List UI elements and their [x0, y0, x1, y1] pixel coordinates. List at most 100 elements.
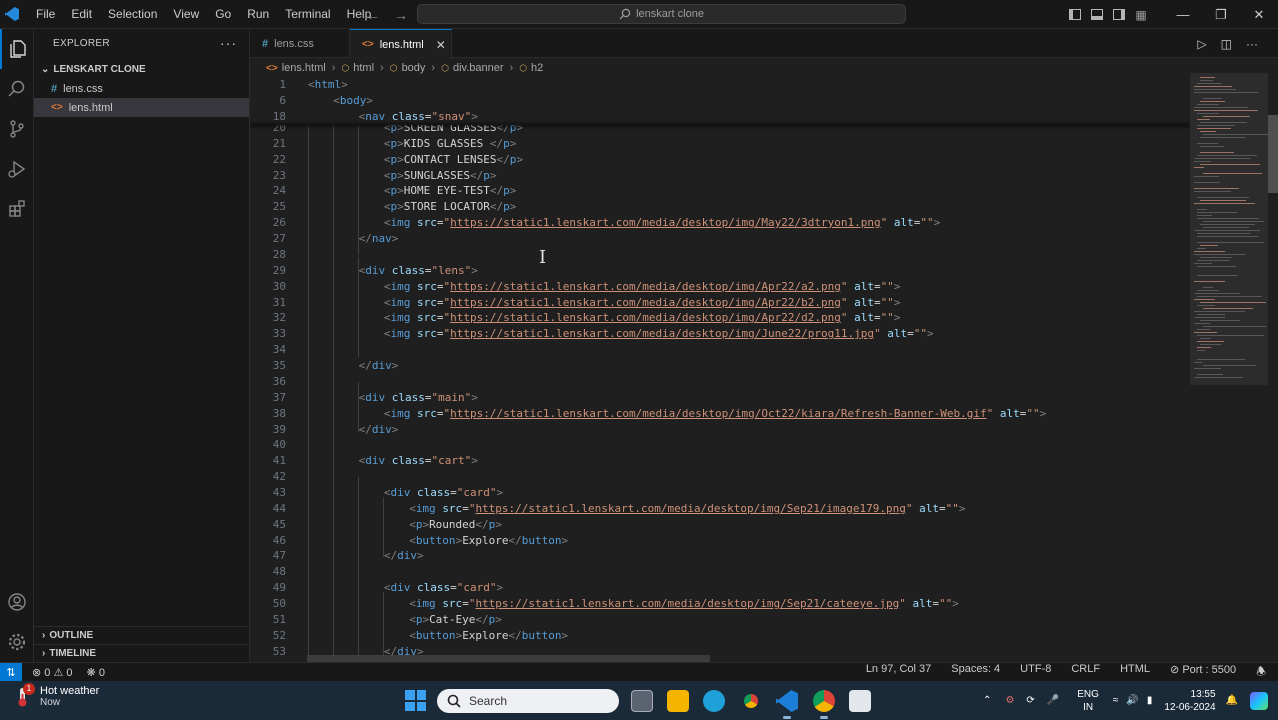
microphone-icon[interactable]: 🎤	[1047, 695, 1059, 706]
ports-indicator[interactable]: ❋ 0	[87, 666, 105, 679]
code-line[interactable]: 49 <div class="card">	[250, 580, 1190, 596]
end-of-line[interactable]: CRLF	[1071, 663, 1100, 682]
settings-gear-icon[interactable]	[0, 622, 34, 662]
code-line[interactable]: 22 <p>CONTACT LENSES</p>	[250, 152, 1190, 168]
notifications-bell-icon[interactable]: 🕭	[1256, 663, 1266, 682]
code-line[interactable]: 26 <img src="https://static1.lenskart.com…	[250, 215, 1190, 231]
code-line[interactable]: 52 <button>Explore</button>	[250, 628, 1190, 644]
customize-layout-icon[interactable]: ▦	[1130, 0, 1152, 29]
breadcrumb-item[interactable]: body	[402, 62, 426, 74]
breadcrumb-item[interactable]: h2	[531, 62, 543, 74]
file-lens-css[interactable]: # lens.css	[34, 79, 249, 98]
file-lens-html[interactable]: <> lens.html	[34, 98, 249, 117]
breadcrumb-item[interactable]: div.banner	[453, 62, 504, 74]
problems-indicator[interactable]: ⊗ 0 ⚠ 0	[32, 666, 73, 679]
menu-file[interactable]: File	[28, 0, 63, 29]
breadcrumb-item[interactable]: html	[353, 62, 374, 74]
code-line[interactable]: 41 <div class="cart">	[250, 453, 1190, 469]
code-line[interactable]: 32 <img src="https://static1.lenskart.com…	[250, 310, 1190, 326]
vertical-scrollbar[interactable]	[1268, 115, 1278, 193]
chrome-browser-icon[interactable]	[740, 690, 762, 712]
code-line[interactable]: 1 <html>	[250, 77, 1190, 93]
notification-bell-icon[interactable]: 🔔	[1226, 695, 1238, 706]
code-line[interactable]: 45 <p>Rounded</p>	[250, 517, 1190, 533]
language-indicator[interactable]: ENG IN	[1077, 688, 1099, 714]
code-line[interactable]: 40	[250, 437, 1190, 453]
toggle-secondary-sidebar-icon[interactable]	[1108, 0, 1130, 29]
close-tab-icon[interactable]: ✕	[436, 38, 446, 52]
taskbar-search[interactable]: Search	[437, 689, 619, 713]
vscode-taskbar-icon[interactable]	[776, 690, 798, 712]
source-control-icon[interactable]	[0, 109, 34, 149]
sync-icon[interactable]: ⟳	[1026, 695, 1034, 706]
battery-icon[interactable]: ▮	[1147, 695, 1153, 706]
snipping-tool-icon[interactable]	[849, 690, 871, 712]
chrome-profile-icon[interactable]	[813, 690, 835, 712]
code-line[interactable]: 28	[250, 247, 1190, 263]
menu-run[interactable]: Run	[239, 0, 277, 29]
encoding[interactable]: UTF-8	[1020, 663, 1051, 682]
code-line[interactable]: 25 <p>STORE LOCATOR</p>	[250, 199, 1190, 215]
show-hidden-icons-icon[interactable]: ⌃	[983, 695, 991, 706]
live-server-port[interactable]: ⊘ Port : 5500	[1170, 663, 1236, 682]
tab-lens-html[interactable]: <> lens.html ✕	[350, 29, 452, 59]
code-line[interactable]: 51 <p>Cat-Eye</p>	[250, 612, 1190, 628]
code-line[interactable]: 29 <div class="lens">	[250, 263, 1190, 279]
language-mode[interactable]: HTML	[1120, 663, 1150, 682]
more-actions-icon[interactable]: ···	[220, 35, 237, 51]
code-line[interactable]: 24 <p>HOME EYE-TEST</p>	[250, 183, 1190, 199]
more-actions-icon[interactable]: ···	[1246, 37, 1258, 51]
code-line[interactable]: 33 <img src="https://static1.lenskart.com…	[250, 326, 1190, 342]
indentation[interactable]: Spaces: 4	[951, 663, 1000, 682]
code-line[interactable]: 36	[250, 374, 1190, 390]
code-line[interactable]: 30 <img src="https://static1.lenskart.com…	[250, 279, 1190, 295]
toggle-primary-sidebar-icon[interactable]	[1064, 0, 1086, 29]
security-icon[interactable]: ⚙	[1005, 695, 1014, 706]
remote-indicator-icon[interactable]: ⇅	[0, 662, 22, 682]
extensions-icon[interactable]	[0, 189, 34, 229]
code-line[interactable]: 44 <img src="https://static1.lenskart.com…	[250, 501, 1190, 517]
weather-widget[interactable]: 1 Hot weather Now	[14, 682, 99, 708]
code-line[interactable]: 6 <body>	[250, 93, 1190, 109]
code-line[interactable]: 42	[250, 469, 1190, 485]
code-line[interactable]: 35 </div>	[250, 358, 1190, 374]
code-line[interactable]: 47 </div>	[250, 548, 1190, 564]
minimap[interactable]	[1190, 73, 1270, 663]
account-icon[interactable]	[0, 582, 34, 622]
code-line[interactable]: 39 </div>	[250, 422, 1190, 438]
code-line[interactable]: 27 </nav>	[250, 231, 1190, 247]
timeline-section[interactable]: › TIMELINE	[34, 644, 250, 662]
task-view-icon[interactable]	[631, 690, 653, 712]
restore-icon[interactable]: ❐	[1202, 0, 1240, 29]
toggle-panel-icon[interactable]	[1086, 0, 1108, 29]
breadcrumb-item[interactable]: lens.html	[282, 62, 326, 74]
file-explorer-icon[interactable]	[667, 690, 689, 712]
minimize-icon[interactable]: —	[1164, 0, 1202, 29]
menu-selection[interactable]: Selection	[100, 0, 165, 29]
run-icon[interactable]: ▷	[1197, 37, 1206, 51]
code-line[interactable]: 50 <img src="https://static1.lenskart.com…	[250, 596, 1190, 612]
code-line[interactable]: 34	[250, 342, 1190, 358]
explorer-icon[interactable]	[0, 29, 34, 69]
code-line[interactable]: 23 <p>SUNGLASSES</p>	[250, 168, 1190, 184]
cursor-position[interactable]: Ln 97, Col 37	[866, 663, 931, 682]
tab-lens-css[interactable]: # lens.css	[250, 29, 350, 58]
copilot-icon[interactable]	[1250, 691, 1268, 710]
menu-view[interactable]: View	[165, 0, 207, 29]
code-editor[interactable]: 1 <html> 6 <body> 18 <nav class="snav"> 20 <p>S…	[250, 77, 1190, 657]
search-icon[interactable]	[0, 69, 34, 109]
edge-browser-icon[interactable]	[703, 690, 725, 712]
split-editor-icon[interactable]: ◫	[1221, 37, 1232, 51]
windows-start-icon[interactable]	[405, 690, 426, 711]
run-debug-icon[interactable]	[0, 149, 34, 189]
code-line[interactable]: 43 <div class="card">	[250, 485, 1190, 501]
workspace-folder[interactable]: ⌄ LENSKART CLONE	[34, 59, 249, 79]
menu-edit[interactable]: Edit	[63, 0, 100, 29]
wifi-icon[interactable]: ≈	[1113, 695, 1119, 706]
outline-section[interactable]: › OUTLINE	[34, 626, 250, 644]
code-line[interactable]: 46 <button>Explore</button>	[250, 533, 1190, 549]
clock[interactable]: 13:55 12-06-2024	[1164, 688, 1215, 714]
code-line[interactable]: 38 <img src="https://static1.lenskart.com…	[250, 406, 1190, 422]
code-line[interactable]: 31 <img src="https://static1.lenskart.com…	[250, 295, 1190, 311]
code-line[interactable]: 37 <div class="main">	[250, 390, 1190, 406]
